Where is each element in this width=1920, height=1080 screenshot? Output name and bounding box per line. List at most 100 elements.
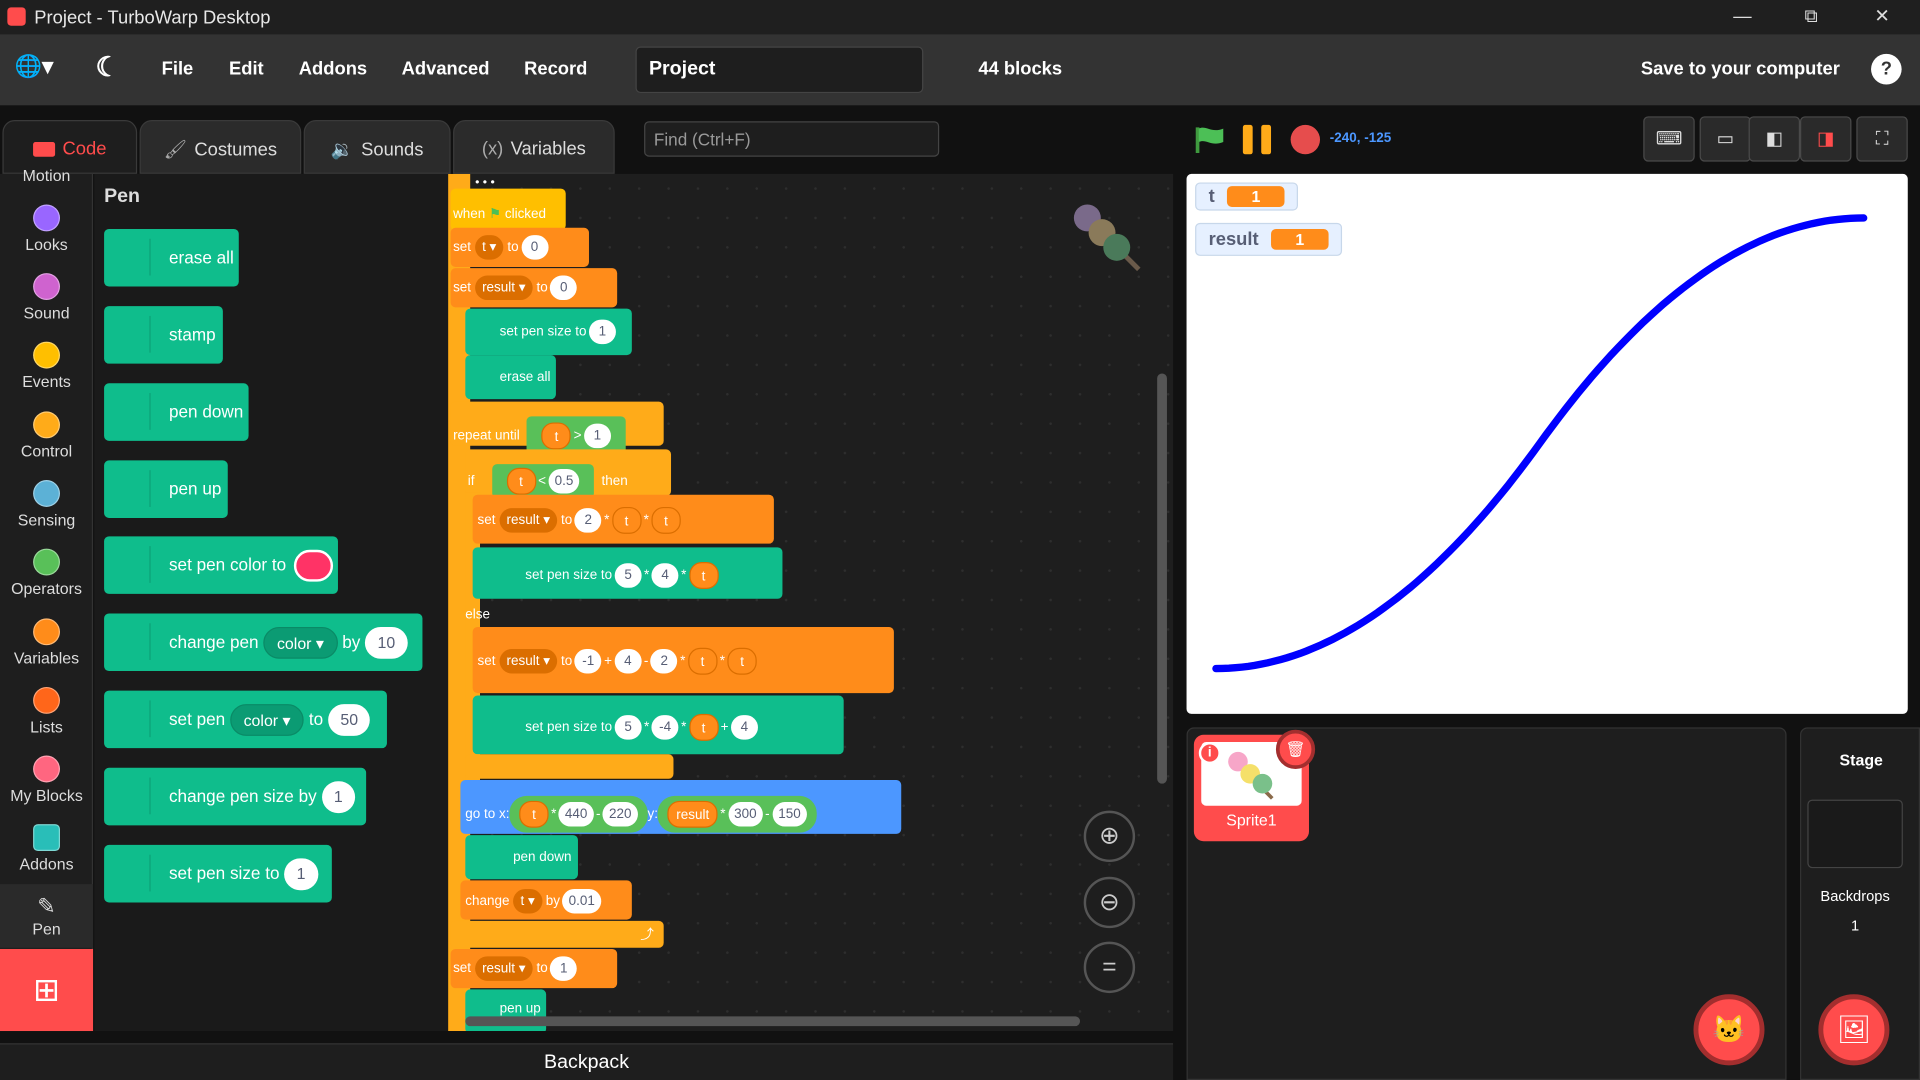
category-sound[interactable]: Sound — [0, 273, 93, 322]
monitor-result[interactable]: result 1 — [1195, 222, 1343, 256]
change-pen-param-block[interactable]: change pen color ▾ by 10 — [104, 613, 423, 672]
theme-toggle-icon[interactable]: ☾ — [96, 51, 120, 83]
tab-costumes[interactable]: 🖌 Costumes — [139, 120, 302, 174]
tab-sounds[interactable]: 🔉 Sounds — [303, 120, 451, 174]
vertical-scrollbar[interactable] — [1157, 373, 1167, 784]
y-expression[interactable]: result * 300-150 — [657, 795, 817, 833]
backpack-bar[interactable]: Backpack — [0, 1043, 1174, 1080]
category-looks[interactable]: Looks — [0, 204, 93, 253]
pen-icon — [114, 238, 151, 276]
maximize-button[interactable]: ⧉ — [1783, 0, 1839, 34]
add-extension-icon: ⊞ — [33, 971, 60, 1008]
category-motion[interactable]: Motion — [0, 167, 93, 184]
delete-sprite-icon[interactable]: 🗑 — [1275, 729, 1316, 769]
sprite-watermark-icon — [1070, 201, 1143, 274]
stage-layout-icon[interactable]: ◨ — [1800, 116, 1852, 162]
category-addons[interactable]: Addons — [0, 824, 93, 873]
horizontal-scrollbar[interactable] — [465, 1016, 1081, 1027]
category-operators[interactable]: Operators — [0, 548, 93, 598]
menu-edit[interactable]: Edit — [229, 59, 264, 80]
set-pen-size-block[interactable]: set pen size to 1 — [465, 308, 632, 356]
param-dropdown[interactable]: color ▾ — [263, 627, 338, 660]
app-icon — [7, 7, 26, 26]
info-icon[interactable]: i — [1198, 742, 1221, 765]
erase-all-block[interactable]: erase all — [465, 355, 556, 400]
stop-icon[interactable] — [1290, 124, 1321, 155]
if-else-block[interactable]: if t <0.5 then — [465, 449, 672, 499]
speaker-icon: 🔉 — [330, 139, 354, 161]
set-pen-param-block[interactable]: set pen color ▾ to 50 — [104, 690, 387, 749]
add-sprite-icon[interactable]: 🐱 — [1693, 994, 1765, 1066]
stamp-block[interactable]: stamp — [104, 306, 223, 364]
change-t-block[interactable]: change t ▾ by 0.01 — [460, 880, 632, 920]
small-stage-icon[interactable]: ▭ — [1699, 116, 1752, 162]
zoom-in-icon[interactable]: ⊕ — [1083, 810, 1136, 863]
category-control[interactable]: Control — [0, 411, 93, 460]
set-pen-size-if-block[interactable]: set pen size to 5 * 4 * t — [472, 547, 783, 599]
size-set-input[interactable]: 1 — [284, 858, 318, 891]
palette-heading: Pen — [104, 186, 141, 207]
code-icon — [33, 142, 56, 157]
console-icon[interactable]: ⌨ — [1643, 116, 1695, 162]
operators-icon — [33, 548, 61, 576]
repeat-until-block[interactable]: repeat until t >1 — [450, 401, 664, 456]
add-backdrop-icon[interactable]: 🖼 — [1818, 994, 1890, 1066]
tab-variables[interactable]: (x) Variables — [453, 120, 615, 174]
set-pen-size-block[interactable]: set pen size to 1 — [104, 844, 332, 903]
find-input[interactable]: Find (Ctrl+F) — [644, 121, 940, 157]
pen-icon — [114, 700, 151, 738]
set-result-if-block[interactable]: set result ▾ to 2 * t * t — [472, 494, 774, 544]
minimize-button[interactable]: — — [1714, 0, 1770, 34]
pen-down-block[interactable]: pen down — [465, 835, 578, 880]
category-my-blocks[interactable]: My Blocks — [0, 755, 93, 804]
help-icon[interactable]: ? — [1871, 53, 1902, 85]
go-to-xy-block[interactable]: go to x: t * 440-220 y: result * 300-150 — [460, 780, 902, 834]
sound-icon — [33, 273, 61, 301]
set-pen-size-else-block[interactable]: set pen size to 5 * -4 * t +4 — [472, 695, 844, 755]
monitor-t[interactable]: t1 — [1195, 182, 1299, 211]
change-pen-size-block[interactable]: change pen size by 1 — [104, 767, 367, 826]
close-button[interactable]: ✕ — [1854, 0, 1910, 34]
menu-addons[interactable]: Addons — [299, 59, 367, 80]
project-title-input[interactable]: Project — [635, 46, 924, 94]
less-than-operator[interactable]: t <0.5 — [491, 464, 595, 499]
pause-icon-bar[interactable] — [1261, 124, 1272, 155]
category-menu: Motion Looks Sound Events Control Sensin… — [0, 167, 94, 1032]
green-flag-icon[interactable] — [1194, 125, 1226, 154]
erase-all-block[interactable]: erase all — [104, 228, 239, 287]
category-variables[interactable]: Variables — [0, 618, 93, 667]
set-result-final-block[interactable]: set result ▾ to 1 — [450, 948, 618, 989]
zoom-reset-icon[interactable]: = — [1083, 941, 1136, 994]
pen-up-block[interactable]: pen up — [104, 460, 228, 518]
menu-advanced[interactable]: Advanced — [402, 59, 490, 80]
category-pen[interactable]: ✎ Pen — [0, 884, 94, 948]
set-pen-color-block[interactable]: set pen color to — [104, 536, 338, 594]
zoom-out-icon[interactable]: ⊖ — [1083, 876, 1136, 929]
x-expression[interactable]: t * 440-220 — [509, 795, 648, 833]
normal-stage-icon[interactable]: ◧ — [1748, 116, 1801, 162]
set-result-block[interactable]: set result ▾ to 0 — [450, 268, 618, 308]
category-lists[interactable]: Lists — [0, 686, 93, 736]
block-menu-dots[interactable]: • • • — [475, 176, 495, 189]
pen-down-block[interactable]: pen down — [104, 383, 249, 441]
when-flag-clicked-block[interactable]: when ⚑ clicked — [450, 188, 566, 231]
stage-label: Stage — [1839, 750, 1883, 769]
color-picker[interactable] — [293, 550, 333, 583]
menu-file[interactable]: File — [162, 59, 194, 80]
param-dropdown[interactable]: color ▾ — [230, 704, 305, 737]
change-value-input[interactable]: 10 — [365, 627, 408, 660]
set-result-else-block[interactable]: set result ▾ to -1 +4-2 * t * t — [472, 626, 894, 694]
menu-record[interactable]: Record — [524, 59, 587, 80]
category-sensing[interactable]: Sensing — [0, 480, 93, 529]
set-value-input[interactable]: 50 — [328, 704, 371, 737]
add-extension-button[interactable]: ⊞ — [0, 948, 94, 1032]
size-change-input[interactable]: 1 — [321, 781, 355, 814]
pen-icon — [114, 854, 151, 892]
fullscreen-icon[interactable]: ⛶ — [1856, 116, 1908, 162]
set-t-block[interactable]: set t ▾ to 0 — [450, 227, 589, 267]
pen-icon — [114, 546, 151, 583]
pause-icon[interactable] — [1242, 124, 1253, 155]
category-events[interactable]: Events — [0, 341, 93, 391]
language-menu-icon[interactable]: 🌐▾ — [15, 54, 54, 80]
save-button[interactable]: Save to your computer — [1641, 59, 1840, 80]
